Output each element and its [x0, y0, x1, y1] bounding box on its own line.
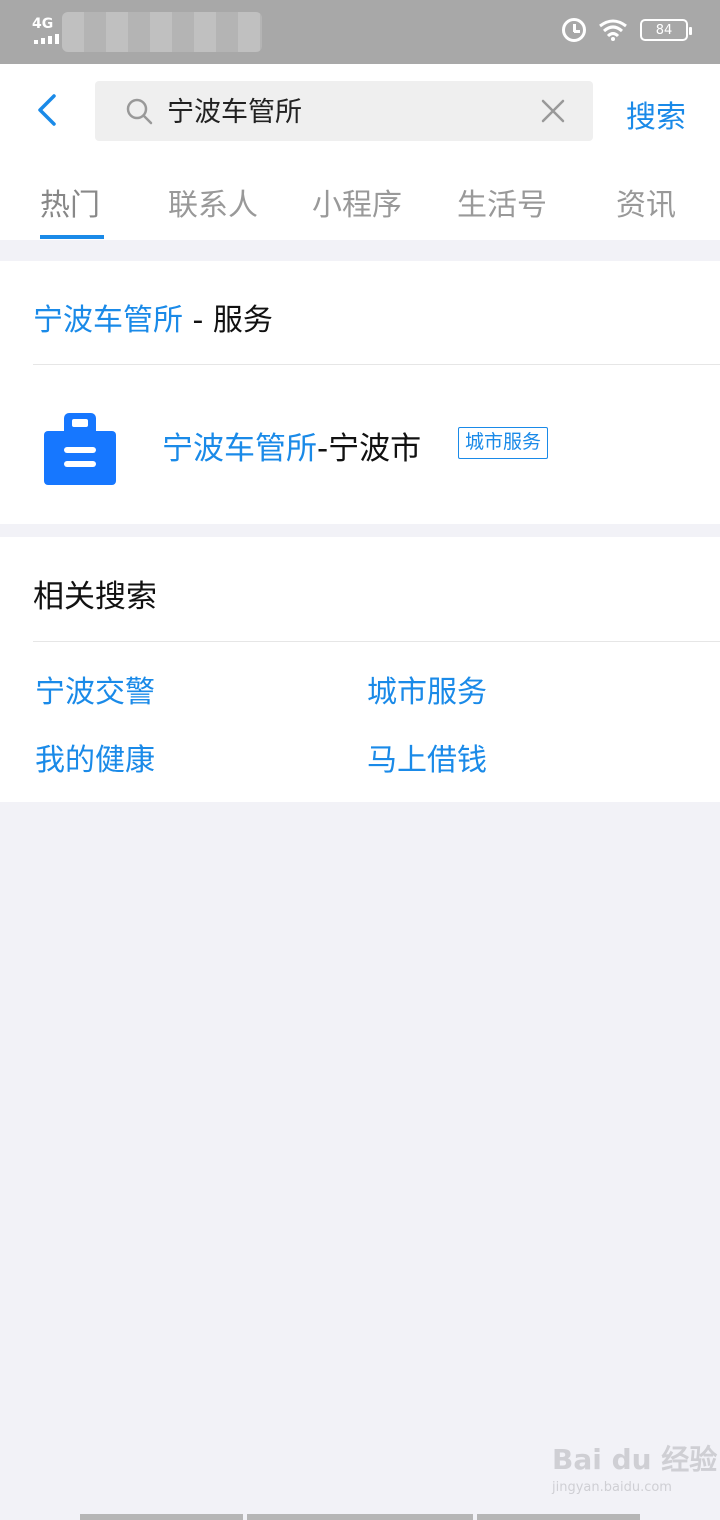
related-searches-section: 相关搜索 宁波交警 城市服务 我的健康 马上借钱: [0, 537, 720, 802]
battery-icon: 84: [640, 19, 692, 41]
related-search-link[interactable]: 马上借钱: [367, 735, 487, 779]
related-search-link[interactable]: 城市服务: [367, 667, 487, 711]
watermark-logo: Bai du 经验: [552, 1443, 718, 1476]
back-icon[interactable]: [30, 90, 70, 130]
service-name-suffix: -宁波市: [317, 431, 422, 467]
bottom-scroll-indicator: [80, 1514, 640, 1520]
service-badge: 城市服务: [458, 427, 549, 459]
service-name-highlight: 宁波车管所: [162, 431, 317, 467]
tab-hot[interactable]: 热门: [40, 180, 100, 224]
tab-contacts[interactable]: 联系人: [168, 180, 258, 224]
related-search-link[interactable]: 宁波交警: [35, 667, 155, 711]
wifi-icon: [599, 19, 627, 41]
search-icon: [126, 98, 153, 125]
tab-mini-programs[interactable]: 小程序: [312, 180, 402, 224]
active-tab-indicator: [40, 235, 104, 239]
blurred-carrier: [62, 12, 262, 52]
signal-icon: [34, 34, 59, 44]
tab-bar: 热门 联系人 小程序 生活号 资讯: [0, 176, 720, 240]
service-name: 宁波车管所-宁波市: [162, 423, 421, 468]
service-result-item[interactable]: 宁波车管所-宁波市 城市服务: [0, 365, 720, 524]
baidu-watermark: Bai du 经验 jingyan.baidu.com: [552, 1438, 717, 1495]
service-title-highlight: 宁波车管所: [33, 303, 183, 338]
divider: [33, 641, 720, 642]
service-section-title: 宁波车管所 - 服务: [33, 295, 273, 339]
search-input[interactable]: [167, 94, 527, 125]
tab-news[interactable]: 资讯: [616, 180, 676, 224]
service-section: 宁波车管所 - 服务 宁波车管所-宁波市 城市服务: [0, 261, 720, 524]
search-header: 搜索 热门 联系人 小程序 生活号 资讯: [0, 64, 720, 240]
clear-icon[interactable]: [541, 99, 565, 123]
related-search-link[interactable]: 我的健康: [35, 735, 155, 779]
watermark-url: jingyan.baidu.com: [552, 1480, 672, 1495]
service-clipboard-icon: [44, 413, 116, 485]
battery-level: 84: [655, 22, 673, 38]
service-title-suffix: - 服务: [183, 303, 273, 338]
search-button[interactable]: 搜索: [626, 92, 686, 136]
search-box[interactable]: [95, 81, 593, 141]
alarm-icon: [562, 18, 586, 42]
related-searches-title: 相关搜索: [33, 579, 157, 615]
tab-life-accounts[interactable]: 生活号: [457, 180, 547, 224]
status-bar: 4G 84: [0, 0, 720, 64]
network-type: 4G: [32, 16, 54, 32]
